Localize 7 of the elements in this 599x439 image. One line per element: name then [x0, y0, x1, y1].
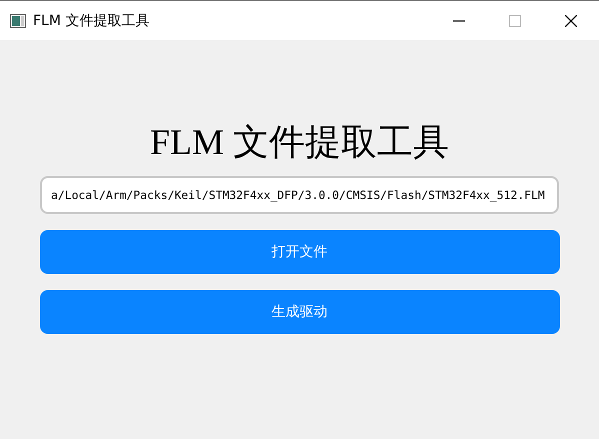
app-icon	[10, 14, 26, 28]
window-title: FLM 文件提取工具	[33, 12, 150, 30]
path-field[interactable]: a/Local/Arm/Packs/Keil/STM32F4xx_DFP/3.0.0/CMSIS/Flash/STM32F4xx_512.FLM	[40, 176, 559, 214]
action-button[interactable]: 打开文件	[40, 230, 560, 274]
app-heading: FLM 文件提取工具	[150, 121, 450, 164]
action-button[interactable]: 生成驱动	[40, 290, 560, 334]
close-icon[interactable]	[565, 14, 577, 26]
